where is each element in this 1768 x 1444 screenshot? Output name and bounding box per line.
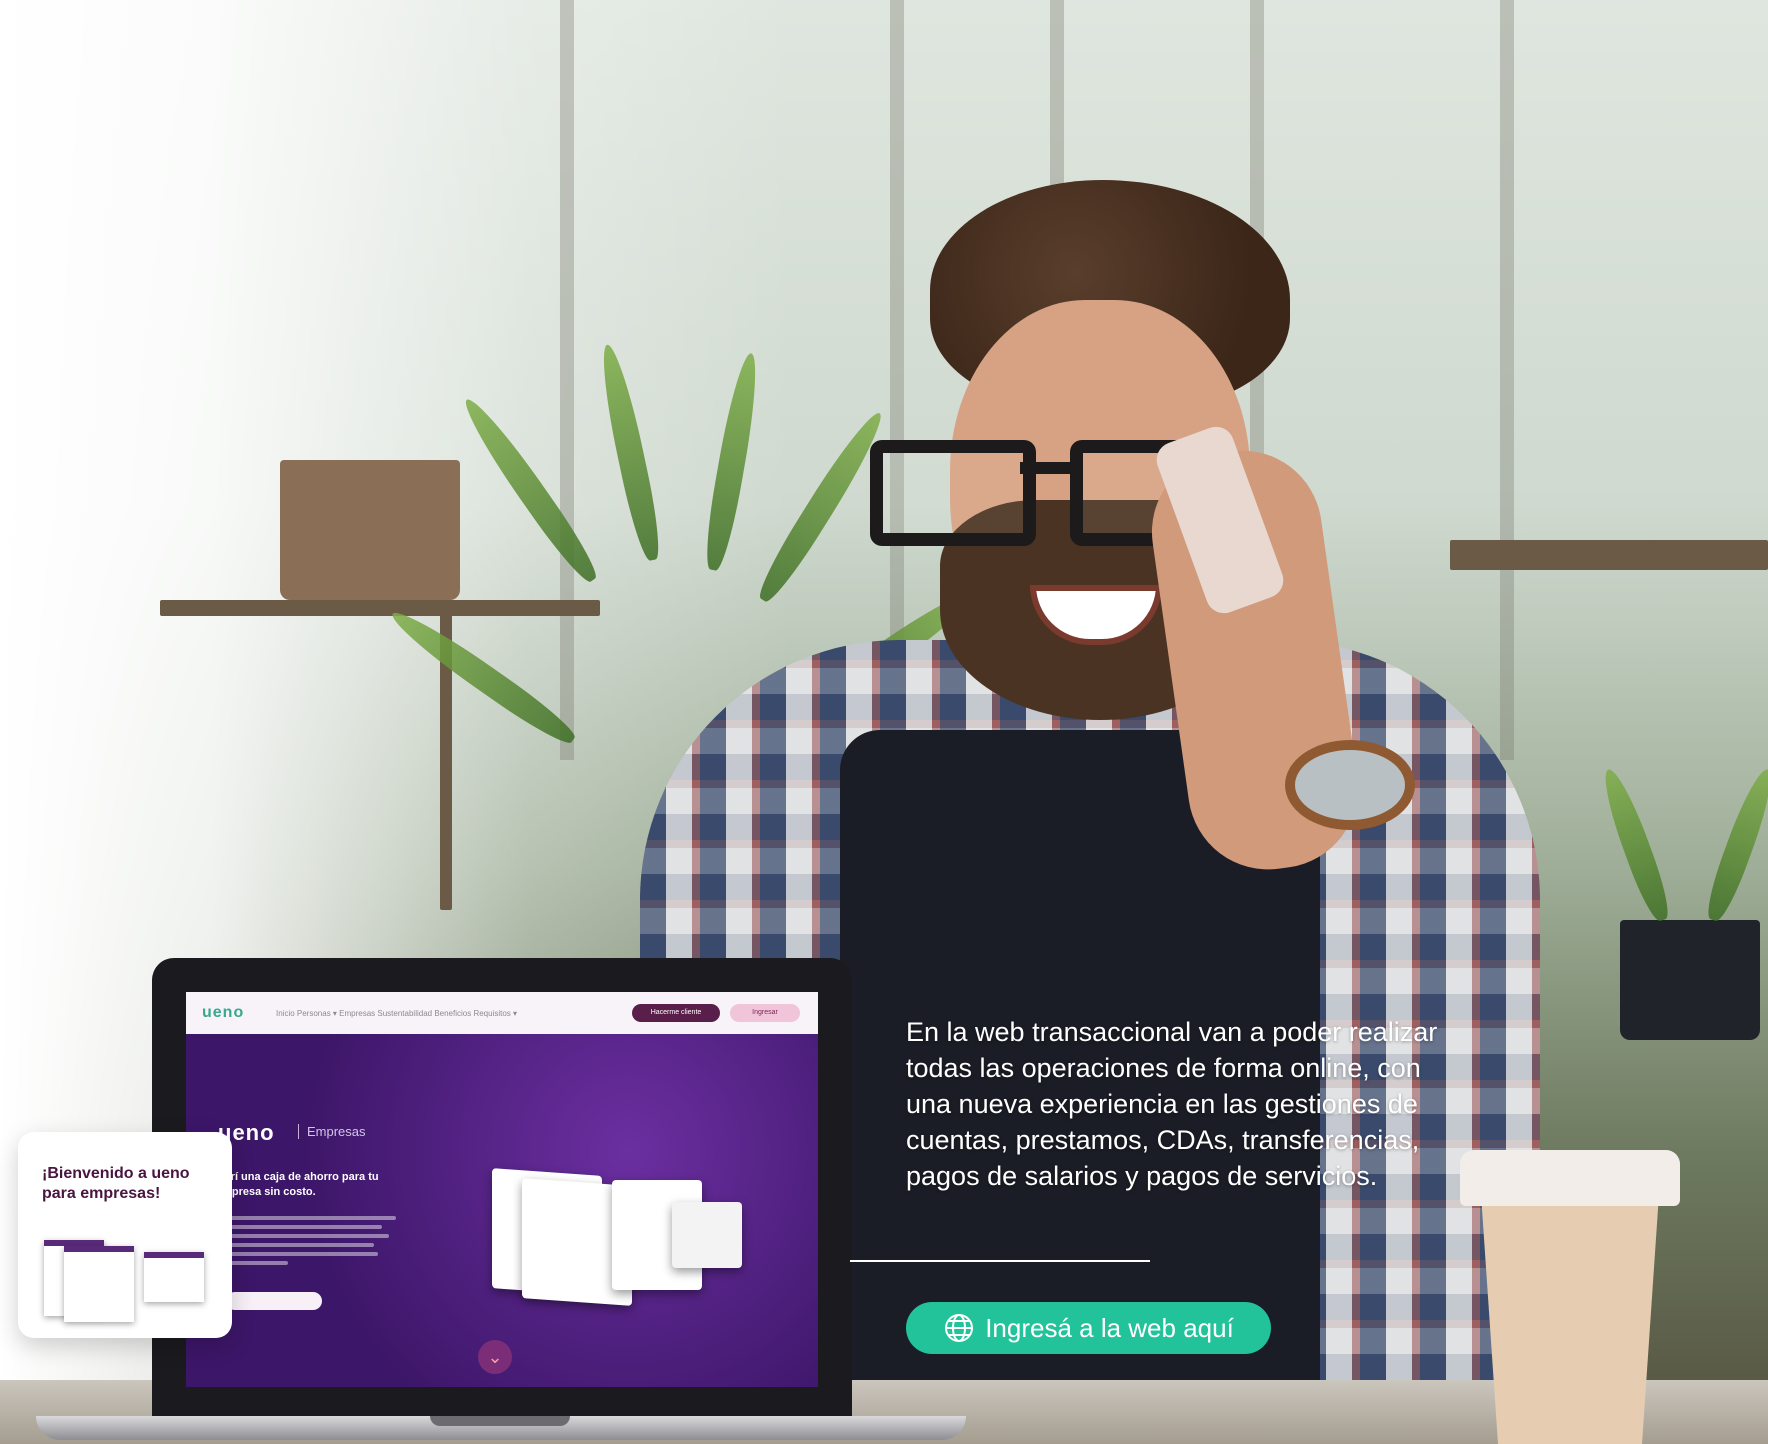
popup-screenshots <box>44 1228 220 1322</box>
mini-primary-button: Hacerme cliente <box>632 1004 720 1022</box>
hero-description: En la web transaccional van a poder real… <box>906 1017 1438 1191</box>
shelf <box>160 600 600 616</box>
laptop-notch <box>430 1416 570 1426</box>
arrow-down-icon: ⌄ <box>478 1340 512 1374</box>
mini-headline: Abrí una caja de ahorro para tu empresa … <box>216 1171 379 1198</box>
divider <box>850 1260 1150 1262</box>
mini-navbar: ueno Inicio Personas ▾ Empresas Sustenta… <box>186 992 818 1034</box>
window-mullion <box>560 0 574 760</box>
popup-title: ¡Bienvenido a ueno para empresas! <box>42 1165 190 1202</box>
mini-nav-links: Inicio Personas ▾ Empresas Sustentabilid… <box>276 1009 518 1018</box>
mini-logo: ueno <box>202 1004 245 1021</box>
enter-web-label: Ingresá a la web aquí <box>985 1312 1234 1343</box>
laptop-screen: ueno Inicio Personas ▾ Empresas Sustenta… <box>186 992 818 1387</box>
plant-pot <box>280 460 460 600</box>
globe-icon <box>945 1314 974 1342</box>
laptop-mockup: ueno Inicio Personas ▾ Empresas Sustenta… <box>152 958 852 1418</box>
welcome-popup-card: ¡Bienvenido a ueno para empresas! <box>18 1132 232 1338</box>
mini-cta-button <box>226 1292 322 1310</box>
wristwatch <box>1285 740 1415 830</box>
mini-screenshots <box>492 1162 742 1306</box>
plant-pot <box>1620 920 1760 1040</box>
mini-brand-sub: Empresas <box>298 1124 366 1139</box>
mini-secondary-button: Ingresar <box>730 1004 800 1022</box>
coffee-cup-lid <box>1460 1150 1680 1206</box>
enter-web-button[interactable]: Ingresá a la web aquí <box>906 1302 1271 1354</box>
mini-body-text <box>216 1216 396 1270</box>
